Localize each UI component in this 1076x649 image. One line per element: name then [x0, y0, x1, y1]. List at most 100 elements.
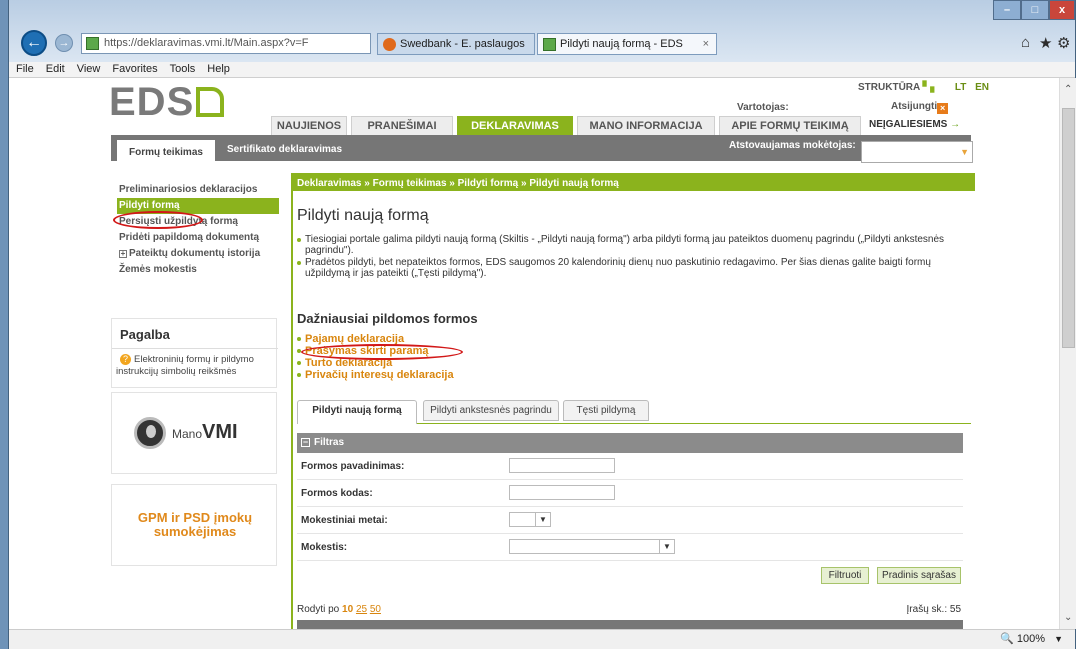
help-link[interactable]: Elektroninių formų ir pildymo instrukcij… — [116, 354, 276, 378]
sitemap-icon: ▘▖ — [922, 82, 939, 93]
highlight-circle-prasymas — [301, 344, 463, 360]
vertical-scrollbar[interactable]: ⌃ ⌄ — [1059, 78, 1076, 629]
filter-header[interactable]: − Filtras — [297, 433, 963, 453]
swedbank-icon — [383, 38, 396, 51]
manovmi-banner[interactable]: ManoVMI — [111, 392, 277, 474]
manovmi-text: ManoVMI — [172, 421, 238, 443]
frequent-title: Dažniausiai pildomos formos — [297, 311, 478, 326]
gpm-banner[interactable]: GPM ir PSD įmokų sumokėjimas — [111, 484, 277, 566]
zoom-dropdown-icon[interactable]: ▼ — [1054, 630, 1063, 649]
struktura-link[interactable]: STRUKTŪRA — [858, 82, 920, 93]
expand-icon[interactable]: + — [119, 250, 127, 258]
menu-help[interactable]: Help — [202, 62, 235, 77]
filter-buttons: Filtruoti Pradinis sąrašas — [297, 562, 963, 589]
eds-logo[interactable]: EDS — [109, 80, 225, 125]
nav-pranesimai[interactable]: PRANEŠIMAI — [351, 116, 453, 135]
page-size-selector: Rodyti po 10 25 50 — [297, 604, 381, 615]
chevron-down-icon: ▼ — [535, 513, 550, 526]
nav-naujienos[interactable]: NAUJIENOS — [271, 116, 347, 135]
sidebar-item-istorija[interactable]: + Pateiktų dokumentų istorija — [117, 246, 279, 262]
zoom-level[interactable]: 🔍 100% — [1000, 630, 1045, 649]
info-item: Tiesiogiai portale galima pildyti naują … — [297, 234, 962, 256]
help-panel: Pagalba Elektroninių formų ir pildymo in… — [111, 318, 278, 388]
menu-view[interactable]: View — [72, 62, 106, 77]
browser-window: ← → https://deklaravimas.vmi.lt/Main.asp… — [8, 0, 1076, 649]
chevron-down-icon: ▼ — [960, 147, 969, 157]
reset-list-button[interactable]: Pradinis sąrašas — [877, 567, 961, 584]
sidebar-item-prideti[interactable]: Pridėti papildomą dokumentą — [117, 230, 279, 246]
page-size-50[interactable]: 50 — [370, 604, 381, 615]
user-value — [795, 98, 885, 110]
help-title: Pagalba — [120, 327, 170, 342]
logout-link[interactable]: Atsijungti × — [891, 101, 949, 114]
arrow-right-icon: → — [950, 119, 961, 130]
manovmi-avatar-icon — [134, 417, 166, 449]
question-icon: ? — [120, 354, 131, 365]
form-code-input[interactable] — [509, 485, 615, 500]
scroll-thumb[interactable] — [1062, 108, 1075, 348]
sidebar-item-preliminariosios[interactable]: Preliminariosios deklaracijos — [117, 182, 279, 198]
menu-edit[interactable]: Edit — [41, 62, 70, 77]
back-button[interactable]: ← — [21, 30, 47, 56]
scroll-down-icon[interactable]: ⌄ — [1064, 612, 1072, 623]
represented-payer-label: Atstovaujamas mokėtojas: — [729, 140, 856, 151]
tab-testi-pildyma[interactable]: Tęsti pildymą — [563, 400, 649, 421]
help-divider — [112, 348, 278, 349]
filter-button[interactable]: Filtruoti — [821, 567, 869, 584]
close-window-button[interactable]: x — [1049, 0, 1075, 20]
link-privaciu-interesu[interactable]: Privačių interesų deklaracija — [297, 369, 454, 381]
chevron-down-icon: ▼ — [659, 540, 674, 553]
maximize-button[interactable]: □ — [1021, 0, 1049, 20]
logout-icon: × — [937, 103, 949, 114]
status-bar: 🔍 100% ▼ — [9, 629, 1075, 649]
accessibility-link[interactable]: NEĮGALIESIEMS → — [869, 119, 960, 130]
browser-chrome: ← → https://deklaravimas.vmi.lt/Main.asp… — [9, 0, 1075, 62]
filter-row-name: Formos pavadinimas: — [297, 453, 963, 480]
gpm-text: GPM ir PSD įmokų sumokėjimas — [137, 510, 253, 539]
form-name-input[interactable] — [509, 458, 615, 473]
subtab-sertifikato[interactable]: Sertifikato deklaravimas — [227, 144, 342, 155]
close-tab-icon[interactable]: × — [703, 34, 709, 54]
eds-favicon-icon — [543, 38, 556, 51]
nav-apie-formu-teikima[interactable]: APIE FORMŲ TEIKIMĄ — [719, 116, 861, 135]
info-list: Tiesiogiai portale galima pildyti naują … — [297, 234, 962, 280]
forward-button[interactable]: → — [55, 34, 73, 52]
tab-eds[interactable]: Pildyti naują formą - EDS × — [537, 33, 717, 55]
settings-gear-icon[interactable]: ⚙ — [1057, 34, 1070, 52]
results-table-header — [297, 620, 963, 629]
tax-select[interactable]: ▼ — [509, 539, 675, 554]
form-code-label: Formos kodas: — [301, 488, 373, 499]
tax-year-label: Mokestiniai metai: — [301, 515, 388, 526]
page-title: Pildyti naują formą — [297, 207, 429, 224]
lang-en[interactable]: EN — [975, 82, 989, 93]
scroll-up-icon[interactable]: ⌃ — [1064, 84, 1072, 95]
favorites-star-icon[interactable]: ★ — [1039, 34, 1052, 52]
top-links: STRUKTŪRA ▘▖ LT EN — [858, 82, 989, 93]
menu-tools[interactable]: Tools — [165, 62, 201, 77]
lang-lt[interactable]: LT — [955, 82, 966, 93]
tax-label: Mokestis: — [301, 542, 348, 553]
site-favicon-icon — [86, 37, 99, 50]
page-size-10[interactable]: 10 — [342, 604, 353, 615]
sidebar-item-zemes[interactable]: Žemės mokestis — [117, 262, 279, 278]
subtab-formu-teikimas[interactable]: Formų teikimas — [117, 140, 215, 167]
tab-pildyti-nauja[interactable]: Pildyti naują formą — [297, 400, 417, 424]
filter-row-tax: Mokestis: ▼ — [297, 534, 963, 561]
tab-ankstesnes-pagrindu[interactable]: Pildyti ankstesnės pagrindu — [423, 400, 559, 421]
address-bar[interactable]: https://deklaravimas.vmi.lt/Main.aspx?v=… — [81, 33, 371, 54]
nav-deklaravimas[interactable]: DEKLARAVIMAS — [457, 116, 573, 135]
record-count: Įrašų sk.: 55 — [906, 604, 961, 615]
minimize-button[interactable]: – — [993, 0, 1021, 20]
home-icon[interactable]: ⌂ — [1021, 34, 1030, 51]
user-label: Vartotojas: — [737, 102, 789, 113]
tax-year-select[interactable]: ▼ — [509, 512, 551, 527]
tab-swedbank[interactable]: Swedbank - E. paslaugos — [377, 33, 535, 55]
menu-file[interactable]: File — [11, 62, 39, 77]
web-page: EDS STRUKTŪRA ▘▖ LT EN Vartotojas: Atsij… — [9, 78, 1059, 629]
highlight-circle-sidebar — [113, 211, 203, 229]
represented-payer-select[interactable]: ▼ — [861, 141, 973, 163]
page-size-25[interactable]: 25 — [356, 604, 367, 615]
filter-row-year: Mokestiniai metai: ▼ — [297, 507, 963, 534]
nav-mano-informacija[interactable]: MANO INFORMACIJA — [577, 116, 715, 135]
menu-favorites[interactable]: Favorites — [107, 62, 162, 77]
